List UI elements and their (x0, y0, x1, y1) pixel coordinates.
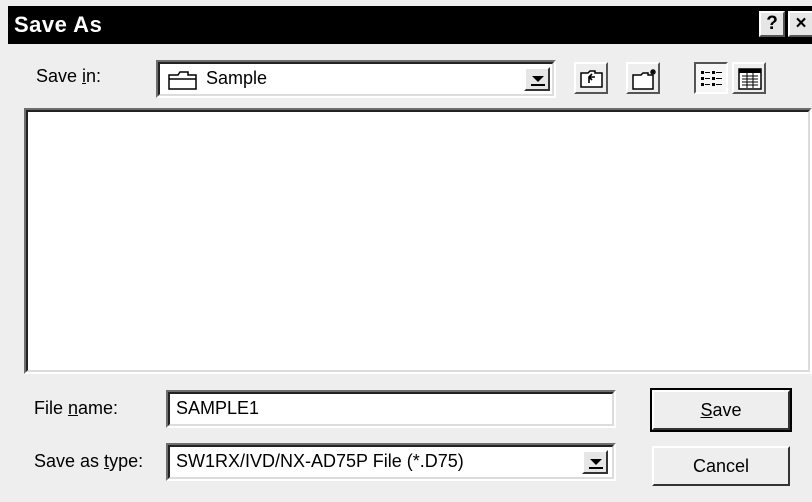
details-view-button[interactable] (732, 62, 766, 94)
list-view-icon (700, 69, 724, 94)
list-view-button[interactable] (694, 62, 728, 94)
save-as-type-label: Save as type: (34, 451, 144, 471)
save-in-value: Sample (206, 68, 268, 88)
save-in-combobox[interactable]: Sample (156, 60, 556, 98)
save-in-label: Save in: (36, 66, 102, 86)
folder-icon (168, 69, 198, 91)
save-as-type-combobox[interactable]: SW1RX/IVD/NX-AD75P File (*.D75) (166, 443, 616, 481)
save-button[interactable]: Save (650, 388, 792, 432)
save-as-dialog: Save As ? × Save in: Sample File name: S… (0, 0, 812, 502)
file-list[interactable] (24, 108, 812, 374)
file-name-label: File name: (34, 398, 119, 418)
cancel-button[interactable]: Cancel (652, 446, 790, 486)
up-one-level-button[interactable] (574, 62, 608, 94)
details-view-icon (738, 68, 762, 95)
save-as-type-value: SW1RX/IVD/NX-AD75P File (*.D75) (176, 451, 464, 471)
close-button[interactable]: × (788, 11, 812, 37)
help-button[interactable]: ? (759, 11, 785, 37)
file-name-value: SAMPLE1 (176, 398, 260, 418)
save-as-type-dropdown-arrow[interactable] (582, 450, 608, 474)
file-name-input[interactable]: SAMPLE1 (166, 390, 616, 428)
window-title: Save As (14, 12, 103, 37)
create-new-folder-button[interactable] (626, 62, 660, 94)
create-new-folder-icon (631, 67, 659, 96)
save-in-dropdown-arrow[interactable] (524, 67, 550, 91)
up-one-level-icon (580, 69, 604, 94)
title-bar[interactable]: Save As ? × (8, 6, 812, 44)
